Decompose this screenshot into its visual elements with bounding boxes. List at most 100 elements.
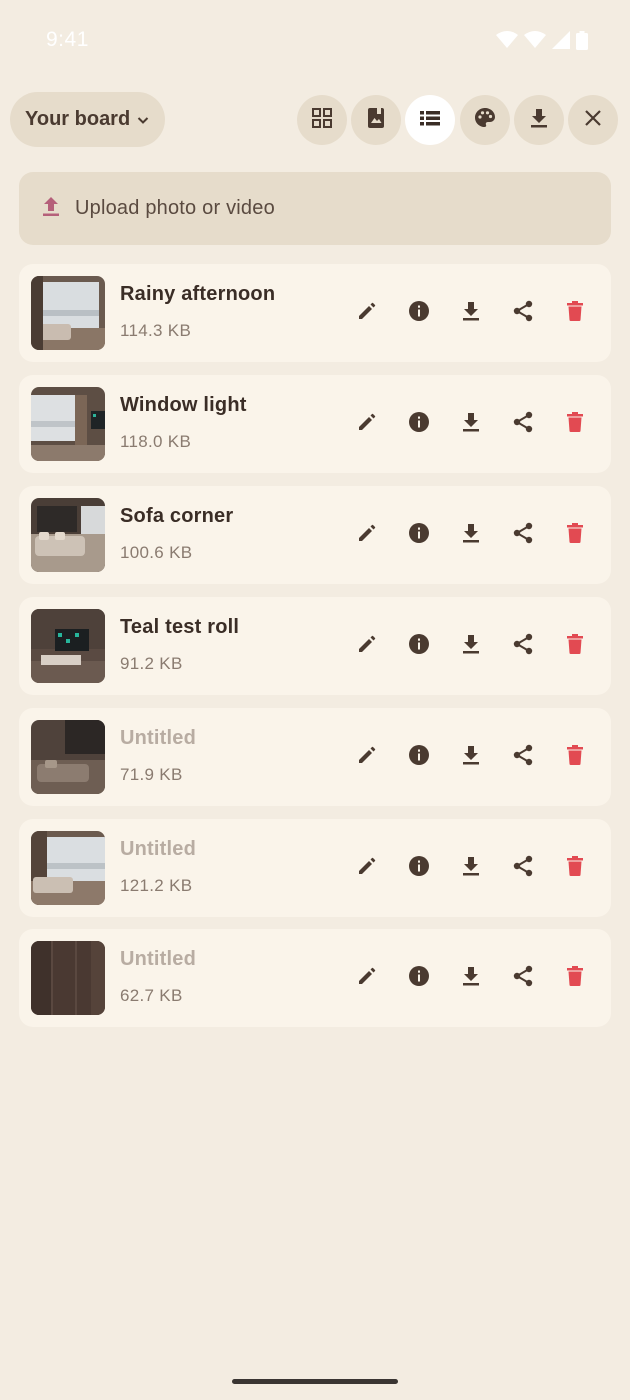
download-button[interactable] [456,742,486,772]
edit-button[interactable] [352,853,382,883]
share-button[interactable] [508,631,538,661]
thumbnail-image [31,831,105,905]
edit-button[interactable] [352,631,382,661]
download-icon [462,301,480,326]
edit-button[interactable] [352,298,382,328]
board-selector[interactable]: Your board [10,92,165,147]
list-item[interactable]: Window light 118.0 KB [19,375,611,473]
thumbnail-image [31,609,105,683]
info-button[interactable] [404,520,434,550]
share-button[interactable] [508,963,538,993]
info-icon [408,744,430,771]
signal-icon [552,31,570,49]
item-size: 91.2 KB [120,654,183,673]
upload-button[interactable]: Upload photo or video [19,172,611,245]
thumbnail-image [31,941,105,1015]
trash-icon [566,744,584,770]
delete-button[interactable] [560,742,590,772]
trash-icon [566,633,584,659]
info-icon [408,522,430,549]
info-button[interactable] [404,631,434,661]
share-icon [512,300,534,327]
list-icon [419,107,441,134]
item-title: Sofa corner [120,505,234,527]
item-size: 121.2 KB [120,876,193,895]
download-icon [462,412,480,437]
delete-button[interactable] [560,963,590,993]
info-button[interactable] [404,963,434,993]
info-icon [408,855,430,882]
palette-button[interactable] [460,95,510,145]
share-icon [512,522,534,549]
share-icon [512,855,534,882]
edit-button[interactable] [352,963,382,993]
download-icon [462,745,480,770]
delete-button[interactable] [560,853,590,883]
grid-icon [311,107,333,134]
edit-button[interactable] [352,742,382,772]
thumbnail-image [31,720,105,794]
item-title: Rainy afternoon [120,283,276,305]
delete-button[interactable] [560,520,590,550]
board-label: Your board [25,108,131,130]
info-button[interactable] [404,853,434,883]
info-button[interactable] [404,742,434,772]
upload-icon [41,195,61,222]
list-view-button[interactable] [405,95,455,145]
download-button[interactable] [456,409,486,439]
download-button[interactable] [456,520,486,550]
list-item[interactable]: Untitled 121.2 KB [19,819,611,917]
download-icon [462,856,480,881]
info-button[interactable] [404,409,434,439]
list-item[interactable]: Teal test roll 91.2 KB [19,597,611,695]
share-button[interactable] [508,298,538,328]
delete-button[interactable] [560,298,590,328]
close-icon [584,109,602,132]
share-button[interactable] [508,742,538,772]
download-button[interactable] [456,963,486,993]
item-size: 118.0 KB [120,432,192,451]
thumbnail-image [31,498,105,572]
download-button[interactable] [456,853,486,883]
chevron-down-icon [136,113,150,127]
item-title: Window light [120,394,247,416]
thumbnail-image [31,276,105,350]
pencil-icon [357,301,377,326]
pencil-icon [357,412,377,437]
close-button[interactable] [568,95,618,145]
share-button[interactable] [508,409,538,439]
list-item[interactable]: Untitled 62.7 KB [19,929,611,1027]
download-icon [528,107,550,134]
info-button[interactable] [404,298,434,328]
list-item[interactable]: Sofa corner 100.6 KB [19,486,611,584]
grid-view-button[interactable] [297,95,347,145]
download-button[interactable] [456,298,486,328]
delete-button[interactable] [560,631,590,661]
status-icons [496,30,588,50]
list-item[interactable]: Untitled 71.9 KB [19,708,611,806]
download-all-button[interactable] [514,95,564,145]
board-view-button[interactable] [351,95,401,145]
share-button[interactable] [508,853,538,883]
share-button[interactable] [508,520,538,550]
trash-icon [566,522,584,548]
item-size: 71.9 KB [120,765,183,784]
wifi-icon [496,31,518,49]
gesture-nav-handle[interactable] [232,1379,398,1384]
status-bar: 9:41 [0,0,630,80]
trash-icon [566,855,584,881]
list-item[interactable]: Rainy afternoon 114.3 KB [19,264,611,362]
download-icon [462,523,480,548]
item-size: 62.7 KB [120,986,183,1005]
delete-button[interactable] [560,409,590,439]
edit-button[interactable] [352,409,382,439]
info-icon [408,633,430,660]
pencil-icon [357,745,377,770]
wifi-alt-icon [524,31,546,49]
item-title: Untitled [120,948,197,970]
info-icon [408,411,430,438]
share-icon [512,744,534,771]
download-button[interactable] [456,631,486,661]
share-icon [512,965,534,992]
edit-button[interactable] [352,520,382,550]
